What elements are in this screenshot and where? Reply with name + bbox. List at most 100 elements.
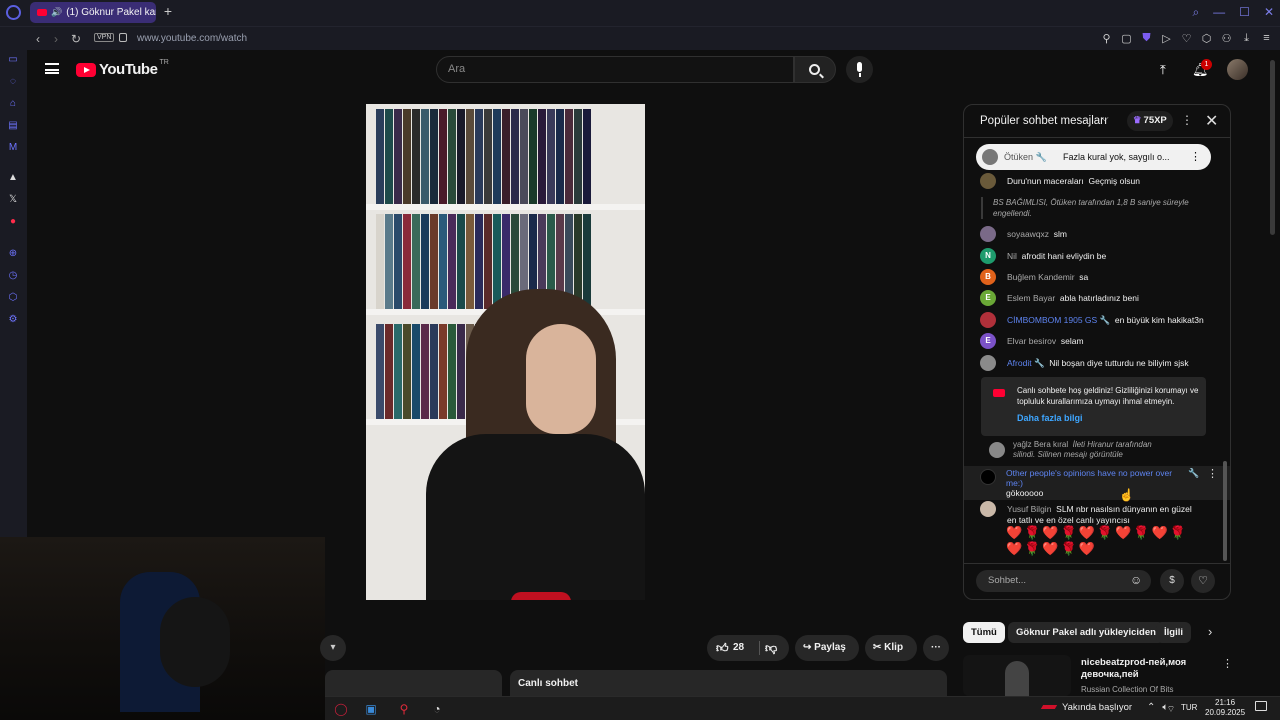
taskbar-obs-icon[interactable]: ◔ <box>429 701 445 717</box>
url-field[interactable]: www.youtube.com/watch <box>137 33 247 44</box>
emoji-picker-icon[interactable]: ☺ <box>1130 573 1142 587</box>
chat-author[interactable]: Afrodit 🔧 Nil boşan diye tutturdu ne bil… <box>1007 358 1189 369</box>
chat-author[interactable]: Duru'nun maceraları Geçmiş olsun <box>1007 176 1140 187</box>
extensions-icon[interactable]: ⬡ <box>1201 32 1212 45</box>
sidebar-box-icon[interactable]: ⬡ <box>7 292 19 304</box>
account-avatar[interactable] <box>1227 59 1248 80</box>
sidebar-arc-icon[interactable]: ▲ <box>7 172 19 184</box>
pin-icon[interactable]: ⚲ <box>1101 32 1112 45</box>
related-video-menu-icon[interactable]: ⋮ <box>1222 657 1233 670</box>
chat-avatar[interactable]: N <box>980 248 996 264</box>
browser-tab-youtube[interactable]: 🔊 (1) Göknur Pakel kanalı <box>30 2 156 23</box>
dislike-thumb-icon[interactable]: 👎︎ <box>765 635 777 661</box>
sidebar-games-icon[interactable]: ⌂ <box>7 98 19 110</box>
chips-next-chevron-icon[interactable]: › <box>1208 624 1212 639</box>
expand-description-chevron-icon[interactable]: ▾ <box>320 635 346 661</box>
reaction-heart-icon[interactable]: ♡ <box>1191 569 1215 593</box>
shield-icon[interactable]: ⛊ <box>1141 32 1152 45</box>
description-card[interactable] <box>325 670 502 696</box>
heart-icon[interactable]: ♡ <box>1181 32 1192 45</box>
live-chat-card[interactable]: Canlı sohbet <box>510 670 947 696</box>
chat-author[interactable]: Buğlem Kandemir sa <box>1007 272 1088 283</box>
like-thumb-icon[interactable]: 👍︎ <box>716 635 729 661</box>
chat-avatar[interactable] <box>980 226 996 242</box>
chat-author[interactable]: Nil afrodit hani evliydin be <box>1007 251 1106 262</box>
sidebar-wallet-icon[interactable]: ▭ <box>7 54 19 66</box>
search-button[interactable] <box>794 56 836 83</box>
pinned-menu-icon[interactable]: ⋮ <box>1190 144 1201 170</box>
sidebar-aria-icon[interactable]: ◌ <box>7 76 19 88</box>
like-count[interactable]: 28 <box>733 635 744 661</box>
network-icon[interactable]: ⌔ <box>1163 701 1179 717</box>
taskbar-maps-icon[interactable]: ⚲ <box>396 701 412 717</box>
chat-author[interactable]: Other people's opinions have no power ov… <box>1006 468 1181 488</box>
chat-author[interactable]: yağlz Bera kıral İleti Hiranur tarafında… <box>1013 440 1152 450</box>
pinned-message[interactable]: Ötüken 🔧 Fazla kural yok, saygılı o... ⋮ <box>976 144 1211 170</box>
clip-button[interactable]: ✂ Klip <box>865 635 917 661</box>
sidebar-mail-icon[interactable]: M <box>7 142 19 154</box>
weather-widget[interactable]: Yakında başlıyor <box>1040 702 1132 713</box>
video-player[interactable] <box>366 104 645 600</box>
back-button[interactable]: ‹ <box>36 32 40 46</box>
close-chat-icon[interactable]: ✕ <box>1205 111 1218 131</box>
chat-mode-title[interactable]: Popüler sohbet mesajları <box>980 115 1107 127</box>
chat-avatar[interactable]: E <box>980 290 996 306</box>
sidebar-settings-icon[interactable]: ⚙ <box>7 314 19 326</box>
chat-scrollbar[interactable] <box>1223 461 1227 561</box>
sidebar-add-icon[interactable]: ⊕ <box>7 248 19 260</box>
tray-overflow-icon[interactable]: ⌃ <box>1147 702 1155 713</box>
sidebar-music-icon[interactable]: ● <box>7 216 19 228</box>
chat-author[interactable]: Eslem Bayar abla hatırladınız beni <box>1007 293 1139 304</box>
xp-badge[interactable]: ♛ 75XP <box>1127 111 1173 131</box>
chat-author[interactable]: Yusuf Bilgin SLM nbr nasılsın dünyanın e… <box>1007 504 1192 515</box>
upload-icon[interactable]: ⤒ <box>1160 62 1166 78</box>
maximize-button[interactable]: ☐ <box>1239 5 1250 20</box>
keyboard-language[interactable]: TUR <box>1181 703 1197 712</box>
speaker-icon[interactable]: 🔊 <box>51 7 62 18</box>
chat-avatar[interactable] <box>980 312 996 328</box>
related-video-channel[interactable]: Russian Collection Of Bits <box>1081 685 1173 694</box>
minimize-button[interactable]: — <box>1213 5 1225 20</box>
chip-uploader[interactable]: Göknur Pakel adlı yükleyiciden <box>1008 622 1164 643</box>
search-input[interactable]: Ara <box>436 56 794 83</box>
deleted-note[interactable]: silindi. Silinen mesajı görüntüle <box>1013 450 1123 460</box>
taskbar-clock[interactable]: 21:16 20.09.2025 <box>1205 698 1245 718</box>
voice-search-icon[interactable] <box>846 56 873 83</box>
vpn-badge[interactable]: VPN <box>94 33 115 42</box>
chat-author[interactable]: soyaawqxz slm <box>1007 229 1067 240</box>
chevron-down-icon[interactable]: ⌵ <box>1101 113 1109 124</box>
youtube-logo[interactable]: YouTube TR <box>76 59 169 78</box>
lock-icon[interactable] <box>119 33 127 42</box>
sidebar-history-icon[interactable]: ◷ <box>7 270 19 282</box>
snapshot-icon[interactable]: ▢ <box>1121 32 1132 45</box>
player-icon[interactable]: ▷ <box>1161 32 1172 45</box>
chat-avatar[interactable] <box>989 442 1005 458</box>
learn-more-link[interactable]: Daha fazla bilgi <box>1017 413 1083 423</box>
taskbar-opera-icon[interactable]: ◯ <box>333 701 349 717</box>
opera-logo-icon[interactable] <box>6 5 21 20</box>
sidebar-x-icon[interactable]: 𝕏 <box>7 194 19 206</box>
search-tabs-icon[interactable]: ⌕ <box>1192 5 1199 20</box>
download-icon[interactable]: ⤓ <box>1241 32 1252 45</box>
chat-avatar[interactable] <box>980 501 996 517</box>
message-menu-icon[interactable]: ⋮ <box>1207 467 1218 480</box>
new-tab-button[interactable]: + <box>161 4 175 18</box>
close-window-button[interactable]: ✕ <box>1264 5 1274 20</box>
chat-avatar[interactable] <box>980 173 996 189</box>
super-chat-icon[interactable]: $ <box>1160 569 1184 593</box>
taskbar-explorer-icon[interactable]: ▣ <box>363 701 379 717</box>
chat-author[interactable]: CİMBOMBOM 1905 GS 🔧 en büyük kim hakikat… <box>1007 315 1204 326</box>
chat-avatar[interactable] <box>980 355 996 371</box>
profile-icon[interactable]: ⚇ <box>1221 32 1232 45</box>
chat-avatar[interactable]: B <box>980 269 996 285</box>
chat-avatar[interactable] <box>980 469 996 485</box>
related-video-thumbnail[interactable] <box>963 655 1071 696</box>
chat-more-menu-icon[interactable]: ⋮ <box>1181 113 1193 127</box>
chat-author[interactable]: Elvar besirov selam <box>1007 336 1084 347</box>
notification-center-icon[interactable] <box>1255 701 1267 711</box>
hamburger-menu-icon[interactable] <box>45 63 59 74</box>
chip-related[interactable]: İlgili <box>1156 622 1191 643</box>
sidebar-chat-icon[interactable]: ▤ <box>7 120 19 132</box>
chat-message-list[interactable]: Duru'nun maceraları Geçmiş olsun BS BAĞI… <box>964 171 1230 563</box>
page-scrollbar[interactable] <box>1270 60 1275 235</box>
